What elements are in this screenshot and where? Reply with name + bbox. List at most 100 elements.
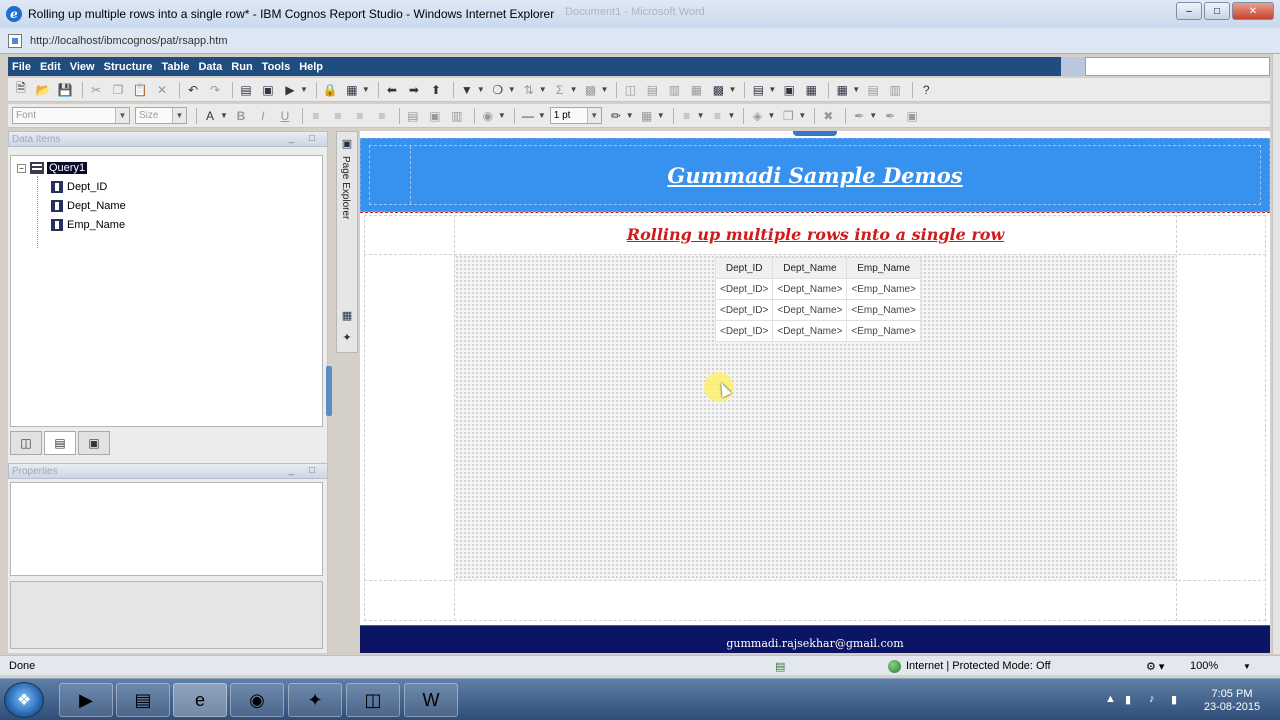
- list-cell[interactable]: <Emp_Name>: [846, 299, 921, 321]
- filter-dropdown-icon[interactable]: ▼: [477, 85, 485, 94]
- menu-edit[interactable]: Edit: [40, 61, 61, 73]
- line-style-dropdown-icon[interactable]: ▼: [538, 111, 546, 120]
- filter-icon[interactable]: ▼: [458, 81, 476, 99]
- pane-controls[interactable]: _ □: [289, 465, 321, 476]
- condition-explorer-icon[interactable]: ✦: [340, 330, 354, 344]
- taskbar-clock[interactable]: 7:05 PM 23-08-2015: [1196, 688, 1268, 714]
- valign-bottom-icon[interactable]: ▥: [448, 107, 466, 125]
- zoom-dropdown-icon[interactable]: ▼: [1243, 662, 1251, 671]
- list-cell[interactable]: <Dept_Name>: [772, 320, 848, 342]
- undo-icon[interactable]: ↶: [184, 81, 202, 99]
- justify-icon[interactable]: ≡: [373, 107, 391, 125]
- page-explorer-tab[interactable]: Page Explorer: [340, 156, 351, 219]
- run-dropdown-icon[interactable]: ▼: [300, 85, 308, 94]
- menu-file[interactable]: File: [12, 61, 31, 73]
- list-cell[interactable]: <Emp_Name>: [846, 320, 921, 342]
- field-label[interactable]: Dept_Name: [67, 200, 126, 212]
- menu-data[interactable]: Data: [198, 61, 222, 73]
- font-color-dropdown-icon[interactable]: ▼: [220, 111, 228, 120]
- copy-icon[interactable]: ❐: [109, 81, 127, 99]
- menu-tools[interactable]: Tools: [262, 61, 291, 73]
- underline-icon[interactable]: U: [276, 107, 294, 125]
- pane-controls[interactable]: _ □: [289, 133, 321, 144]
- italic-icon[interactable]: I: [254, 107, 272, 125]
- line-color-icon[interactable]: ✏: [607, 107, 625, 125]
- list-cell[interactable]: <Emp_Name>: [846, 278, 921, 300]
- collapse-icon[interactable]: −: [17, 163, 26, 173]
- tree-item-query[interactable]: − Query1: [17, 162, 88, 174]
- menu-help[interactable]: Help: [299, 61, 323, 73]
- background-dropdown-icon[interactable]: ▼: [498, 111, 506, 120]
- list-column-header[interactable]: Dept_Name: [772, 257, 848, 279]
- insert-chart-icon[interactable]: ▩: [709, 81, 727, 99]
- xml-icon[interactable]: ▣: [259, 81, 277, 99]
- borders-icon[interactable]: ▦: [638, 107, 656, 125]
- format-data-icon[interactable]: ▩: [582, 81, 600, 99]
- drill-icon[interactable]: ▦: [802, 81, 820, 99]
- valign-middle-icon[interactable]: ▣: [426, 107, 444, 125]
- help-icon[interactable]: ?: [917, 81, 935, 99]
- indent-icon[interactable]: ≡: [709, 107, 727, 125]
- list-column-header[interactable]: Dept_ID: [714, 257, 774, 279]
- protected-mode-icon[interactable]: ⚙ ▾: [1146, 660, 1164, 673]
- swap-icon[interactable]: ▦: [687, 81, 705, 99]
- align-right-icon[interactable]: ≡: [351, 107, 369, 125]
- suppress-icon[interactable]: ❍: [489, 81, 507, 99]
- line-width-select[interactable]: 1 pt ▼: [549, 107, 602, 124]
- table-dropdown-icon[interactable]: ▼: [852, 85, 860, 94]
- up-arrow-icon[interactable]: ⬆: [427, 81, 445, 99]
- redo-icon[interactable]: ↷: [206, 81, 224, 99]
- table-icon[interactable]: ▦: [833, 81, 851, 99]
- pane-splitter-handle[interactable]: [326, 366, 332, 416]
- clear-format-icon[interactable]: ✖: [819, 107, 837, 125]
- size-select[interactable]: Size ▼: [135, 107, 187, 124]
- font-select[interactable]: Font ▼: [12, 107, 130, 124]
- borders-dropdown-icon[interactable]: ▼: [657, 111, 665, 120]
- chart-dropdown-icon[interactable]: ▼: [768, 85, 776, 94]
- list-cell[interactable]: <Dept_ID>: [714, 299, 774, 321]
- image-icon[interactable]: ▣: [903, 107, 921, 125]
- bold-icon[interactable]: B: [232, 107, 250, 125]
- network-signal-icon[interactable]: ▮: [1171, 693, 1177, 706]
- layout-dropdown-icon[interactable]: ▼: [362, 85, 370, 94]
- pick-dropdown-icon[interactable]: ▼: [869, 111, 877, 120]
- menu-run[interactable]: Run: [231, 61, 252, 73]
- pick-format-icon[interactable]: ✒: [850, 107, 868, 125]
- bullets-icon[interactable]: ≡: [678, 107, 696, 125]
- report-footer[interactable]: gummadi.rajsekhar@gmail.com: [360, 625, 1270, 653]
- line-style-icon[interactable]: —: [519, 107, 537, 125]
- query-label[interactable]: Query1: [47, 162, 88, 174]
- paste-icon[interactable]: 📋: [131, 81, 149, 99]
- insert-dropdown-icon[interactable]: ▼: [728, 85, 736, 94]
- chrome-icon[interactable]: ◉: [230, 683, 284, 717]
- view-tabular-icon[interactable]: ▤: [237, 81, 255, 99]
- open-icon[interactable]: 📂: [34, 81, 52, 99]
- delete-icon[interactable]: ✕: [153, 81, 171, 99]
- font-color-icon[interactable]: A: [201, 107, 219, 125]
- menu-structure[interactable]: Structure: [104, 61, 153, 73]
- taskbar-app-icon[interactable]: ▤: [116, 683, 170, 717]
- tree-item-field[interactable]: Dept_ID: [51, 181, 107, 193]
- section-icon[interactable]: ▤: [643, 81, 661, 99]
- media-player-icon[interactable]: ▶: [59, 683, 113, 717]
- bullets-dropdown-icon[interactable]: ▼: [697, 111, 705, 120]
- summarize-icon[interactable]: Σ: [551, 81, 569, 99]
- valign-top-icon[interactable]: ▤: [404, 107, 422, 125]
- field-label[interactable]: Dept_ID: [67, 181, 107, 193]
- menu-search-box[interactable]: [1085, 57, 1270, 76]
- save-icon[interactable]: 💾: [56, 81, 74, 99]
- run-report-icon[interactable]: ▶: [281, 81, 299, 99]
- menu-table[interactable]: Table: [162, 61, 190, 73]
- query-explorer-icon[interactable]: ▦: [340, 308, 354, 322]
- summarize-dropdown-icon[interactable]: ▼: [570, 85, 578, 94]
- address-bar[interactable]: http://localhost/ibmcognos/pat/rsapp.htm: [0, 28, 1280, 54]
- tree-item-field[interactable]: Dept_Name: [51, 200, 126, 212]
- split-cells-icon[interactable]: ▥: [886, 81, 904, 99]
- lock-icon[interactable]: 🔒: [321, 81, 339, 99]
- conditional-style-icon[interactable]: ❐: [779, 107, 797, 125]
- network-app-icon[interactable]: ◫: [346, 683, 400, 717]
- banner-title[interactable]: Gummadi Sample Demos: [361, 163, 1269, 188]
- word-icon[interactable]: W: [404, 683, 458, 717]
- minimize-button[interactable]: –: [1176, 2, 1202, 20]
- list-cell[interactable]: <Dept_Name>: [772, 299, 848, 321]
